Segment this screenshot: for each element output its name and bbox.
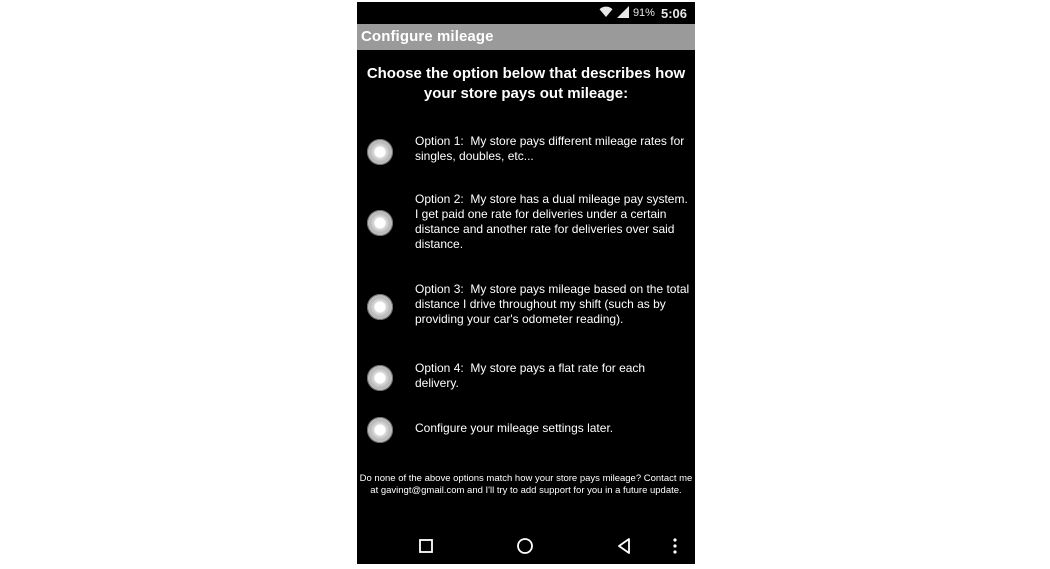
back-button[interactable] bbox=[604, 528, 644, 564]
configure-later-label: Configure your mileage settings later. bbox=[415, 421, 614, 435]
option-3-radio-row[interactable]: Option 3: My store pays mileage based on… bbox=[357, 282, 695, 332]
option-3-label: Option 3: My store pays mileage based on… bbox=[415, 282, 693, 326]
option-2-radio-row[interactable]: Option 2: My store has a dual mileage pa… bbox=[357, 192, 695, 256]
option-1-radio-button[interactable] bbox=[367, 139, 393, 165]
status-bar: 91% 5:06 bbox=[357, 2, 695, 24]
option-2-radio-button[interactable] bbox=[367, 210, 393, 236]
cellular-signal-icon bbox=[616, 5, 629, 21]
overflow-menu-button[interactable] bbox=[657, 528, 693, 564]
back-triangle-icon bbox=[618, 538, 630, 554]
wifi-icon bbox=[599, 6, 613, 21]
option-3-radio-button[interactable] bbox=[367, 294, 393, 320]
app-bar-title: Configure mileage bbox=[361, 28, 494, 45]
home-button[interactable] bbox=[505, 528, 545, 564]
status-indicators: 91% 5:06 bbox=[599, 5, 687, 21]
configure-later-radio-button[interactable] bbox=[367, 417, 393, 443]
option-4-radio-row[interactable]: Option 4: My store pays a flat rate for … bbox=[357, 361, 695, 397]
recents-button[interactable] bbox=[406, 528, 446, 564]
page-heading: Choose the option below that describes h… bbox=[366, 65, 686, 102]
option-1-radio-row[interactable]: Option 1: My store pays different mileag… bbox=[357, 132, 695, 172]
phone-screen: 91% 5:06 Configure mileage Choose the op… bbox=[357, 2, 695, 564]
overflow-menu-icon bbox=[673, 538, 677, 554]
option-4-label: Option 4: My store pays a flat rate for … bbox=[415, 361, 649, 390]
option-4-radio-button[interactable] bbox=[367, 365, 393, 391]
option-1-label: Option 1: My store pays different mileag… bbox=[415, 134, 688, 163]
recents-square-icon bbox=[419, 539, 433, 553]
home-circle-icon bbox=[517, 538, 533, 554]
app-bar: Configure mileage bbox=[357, 24, 695, 50]
battery-percentage: 91% bbox=[632, 7, 655, 19]
clock: 5:06 bbox=[660, 5, 687, 21]
support-note: Do none of the above options match how y… bbox=[359, 473, 693, 496]
option-2-label: Option 2: My store has a dual mileage pa… bbox=[415, 192, 692, 251]
configure-later-radio-row[interactable]: Configure your mileage settings later. bbox=[357, 416, 695, 446]
navigation-bar bbox=[357, 528, 695, 564]
